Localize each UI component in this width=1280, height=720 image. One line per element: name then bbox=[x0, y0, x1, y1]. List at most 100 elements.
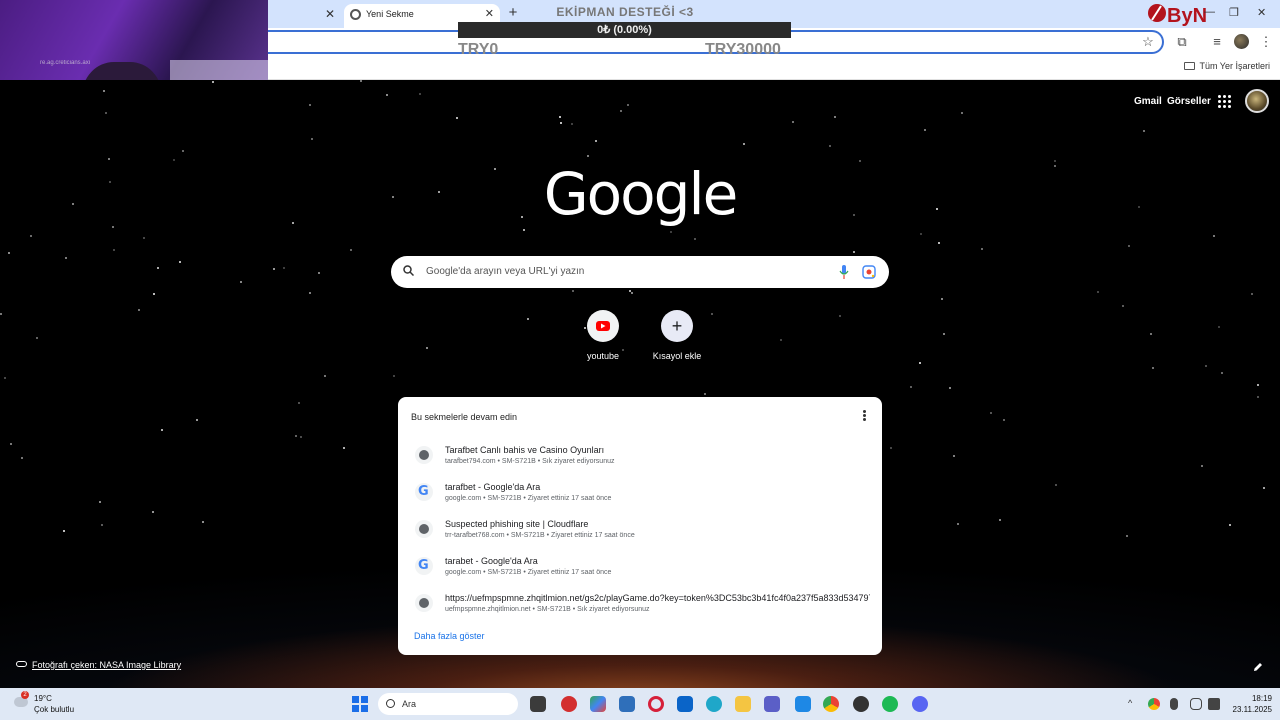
star bbox=[494, 168, 496, 170]
new-tab-button[interactable]: + bbox=[505, 4, 521, 21]
task-view-icon[interactable] bbox=[530, 696, 546, 712]
star bbox=[1201, 465, 1203, 467]
tray-mic-icon[interactable] bbox=[1170, 698, 1178, 710]
show-more-link[interactable]: Daha fazla göster bbox=[414, 631, 485, 641]
card-header: Bu sekmelerle devam edin bbox=[411, 412, 518, 422]
all-bookmarks-button[interactable]: Tüm Yer İşaretleri bbox=[1184, 61, 1270, 71]
star bbox=[1257, 396, 1259, 398]
star bbox=[780, 339, 782, 341]
star bbox=[143, 237, 145, 239]
star bbox=[138, 309, 140, 311]
star bbox=[309, 292, 311, 294]
maximize-button[interactable]: ❐ bbox=[1229, 6, 1239, 19]
more-options-icon[interactable] bbox=[860, 409, 868, 423]
tray-chrome-icon[interactable] bbox=[1148, 698, 1160, 710]
donation-goal-title: EKİPMAN DESTEĞİ <3 bbox=[556, 5, 694, 19]
outlook-icon[interactable] bbox=[677, 696, 693, 712]
gmail-link[interactable]: Gmail bbox=[1134, 96, 1162, 107]
app-red-icon[interactable] bbox=[561, 696, 577, 712]
previous-tab-close-icon[interactable]: ✕ bbox=[322, 6, 338, 22]
list-item[interactable]: G tarabet - Google'da Ara google.com • S… bbox=[408, 550, 872, 584]
star bbox=[1143, 130, 1145, 132]
donation-max-label: TRY30000 bbox=[705, 41, 781, 58]
star bbox=[273, 268, 275, 270]
google-apps-icon[interactable] bbox=[1218, 95, 1232, 109]
minimize-button[interactable]: — bbox=[1204, 6, 1215, 18]
folder-icon bbox=[1184, 62, 1196, 70]
app-blue-icon[interactable] bbox=[795, 696, 811, 712]
star bbox=[112, 226, 114, 228]
star bbox=[919, 362, 921, 364]
star bbox=[1221, 372, 1223, 374]
extensions-icon[interactable]: ⧉ bbox=[1173, 33, 1191, 51]
list-item[interactable]: https://uefmpspmne.zhqitlmion.net/gs2c/p… bbox=[408, 587, 872, 621]
google-account-avatar[interactable] bbox=[1245, 89, 1269, 113]
star bbox=[350, 249, 352, 251]
star bbox=[419, 93, 421, 95]
shortcut-add[interactable]: + Kısayol ekle bbox=[647, 310, 707, 361]
app-dark-icon[interactable] bbox=[853, 696, 869, 712]
clock-time[interactable]: 18:19 bbox=[1246, 694, 1272, 703]
taskbar-search-input[interactable]: Ara bbox=[378, 693, 518, 715]
spotify-icon[interactable] bbox=[882, 696, 898, 712]
windows-start-icon[interactable] bbox=[352, 696, 368, 712]
search-input[interactable]: Google'da arayın veya URL'yi yazın bbox=[391, 256, 889, 288]
tray-chevron-icon[interactable]: ^ bbox=[1128, 698, 1132, 708]
row-title: Suspected phishing site | Cloudflare bbox=[445, 519, 589, 529]
mic-icon[interactable] bbox=[839, 264, 849, 280]
discord-icon[interactable] bbox=[912, 696, 928, 712]
star bbox=[990, 412, 992, 414]
star bbox=[318, 272, 320, 274]
store-icon[interactable] bbox=[619, 696, 635, 712]
media-controls-icon[interactable]: ≡ bbox=[1208, 33, 1226, 51]
photo-credit-link[interactable]: Fotoğrafı çeken: NASA Image Library bbox=[16, 660, 181, 670]
weather-temperature[interactable]: 19°C bbox=[34, 694, 52, 703]
star bbox=[324, 375, 326, 377]
weather-description[interactable]: Çok bulutlu bbox=[34, 705, 74, 714]
row-title: tarabet - Google'da Ara bbox=[445, 556, 538, 566]
star bbox=[1257, 384, 1259, 386]
star bbox=[890, 447, 892, 449]
opera-icon[interactable] bbox=[648, 696, 664, 712]
star bbox=[595, 140, 597, 142]
star bbox=[559, 116, 561, 118]
star bbox=[295, 435, 297, 437]
close-window-button[interactable]: ✕ bbox=[1257, 6, 1266, 19]
star bbox=[834, 116, 836, 118]
star bbox=[1205, 365, 1207, 367]
customize-pencil-icon[interactable] bbox=[1252, 661, 1264, 673]
star bbox=[309, 104, 311, 106]
weather-badge: 2 bbox=[21, 691, 29, 699]
list-item[interactable]: Tarafbet Canlı bahis ve Casino Oyunları … bbox=[408, 439, 872, 473]
star bbox=[152, 511, 154, 513]
google-lens-icon[interactable] bbox=[862, 265, 876, 279]
teams-icon[interactable] bbox=[764, 696, 780, 712]
star bbox=[1213, 235, 1215, 237]
volume-icon[interactable] bbox=[1208, 698, 1220, 710]
star bbox=[631, 292, 633, 294]
continue-tabs-card: Bu sekmelerle devam edin Tarafbet Canlı … bbox=[398, 397, 882, 655]
star bbox=[438, 191, 440, 193]
row-meta: trr-tarafbet768.com • SM-S721B • Ziyaret… bbox=[445, 532, 635, 539]
list-item[interactable]: G tarafbet - Google'da Ara google.com • … bbox=[408, 476, 872, 510]
edge-icon[interactable] bbox=[706, 696, 722, 712]
profile-avatar[interactable] bbox=[1234, 34, 1249, 49]
clock-date[interactable]: 23.11.2025 bbox=[1227, 705, 1272, 714]
star bbox=[212, 81, 214, 83]
tray-display-icon[interactable] bbox=[1190, 698, 1202, 710]
copilot-icon[interactable] bbox=[590, 696, 606, 712]
tab-close-icon[interactable]: ✕ bbox=[485, 7, 494, 20]
chrome-icon[interactable] bbox=[823, 696, 839, 712]
star bbox=[829, 145, 831, 147]
list-item[interactable]: Suspected phishing site | Cloudflare trr… bbox=[408, 513, 872, 547]
file-explorer-icon[interactable] bbox=[735, 696, 751, 712]
star bbox=[1251, 293, 1253, 295]
star bbox=[63, 530, 65, 532]
bookmark-star-icon[interactable]: ☆ bbox=[1139, 33, 1157, 51]
globe-dot bbox=[419, 524, 429, 534]
star bbox=[392, 196, 394, 198]
images-link[interactable]: Görseller bbox=[1167, 96, 1211, 107]
chrome-menu-icon[interactable]: ⋮ bbox=[1257, 33, 1275, 51]
row-meta: google.com • SM-S721B • Ziyaret ettiniz … bbox=[445, 569, 612, 576]
shortcut-youtube[interactable]: youtube bbox=[573, 310, 633, 361]
